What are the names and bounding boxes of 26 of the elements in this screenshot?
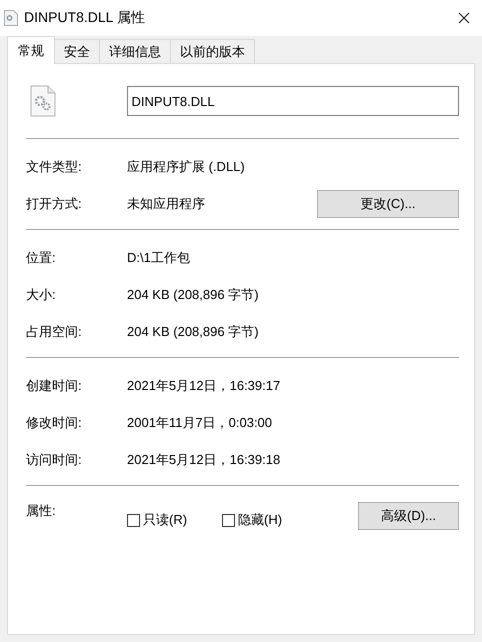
window-title: DINPUT8.DLL 属性 xyxy=(24,9,145,27)
checkbox[interactable]: 只读(R) xyxy=(127,511,188,529)
tab[interactable]: 以前的版本 xyxy=(170,39,255,63)
property-label: 占用空间: xyxy=(26,322,83,340)
property-value: D:\1工作包 xyxy=(127,248,191,266)
property-label: 属性: xyxy=(26,502,57,520)
property-value: 应用程序扩展 (.DLL) xyxy=(127,158,246,176)
property-label: 打开方式: xyxy=(26,194,83,212)
property-value: 204 KB (208,896 字节) xyxy=(127,322,260,340)
property-label: 修改时间: xyxy=(26,414,83,432)
property-value: 2021年5月12日，16:39:17 xyxy=(127,376,282,394)
checkbox[interactable]: 隐藏(H) xyxy=(222,511,282,529)
property-value: 2001年11月7日，0:03:00 xyxy=(127,414,274,432)
advanced-button[interactable]: 高级(D)... xyxy=(358,502,459,530)
property-value: 2021年5月12日，16:39:18 xyxy=(127,450,282,468)
property-value: 未知应用程序 xyxy=(127,194,206,212)
change-button[interactable]: 更改(C)... xyxy=(317,190,459,218)
property-label: 位置: xyxy=(26,248,57,266)
file-name-field[interactable]: DINPUT8.DLL xyxy=(126,86,459,116)
property-label: 创建时间: xyxy=(26,376,83,394)
property-value: 204 KB (208,896 字节) xyxy=(127,286,260,304)
property-label: 大小: xyxy=(26,286,57,304)
property-label: 文件类型: xyxy=(26,158,83,176)
tab[interactable]: 常规 xyxy=(7,36,55,64)
close-icon[interactable] xyxy=(458,12,470,24)
property-label: 访问时间: xyxy=(26,450,83,468)
